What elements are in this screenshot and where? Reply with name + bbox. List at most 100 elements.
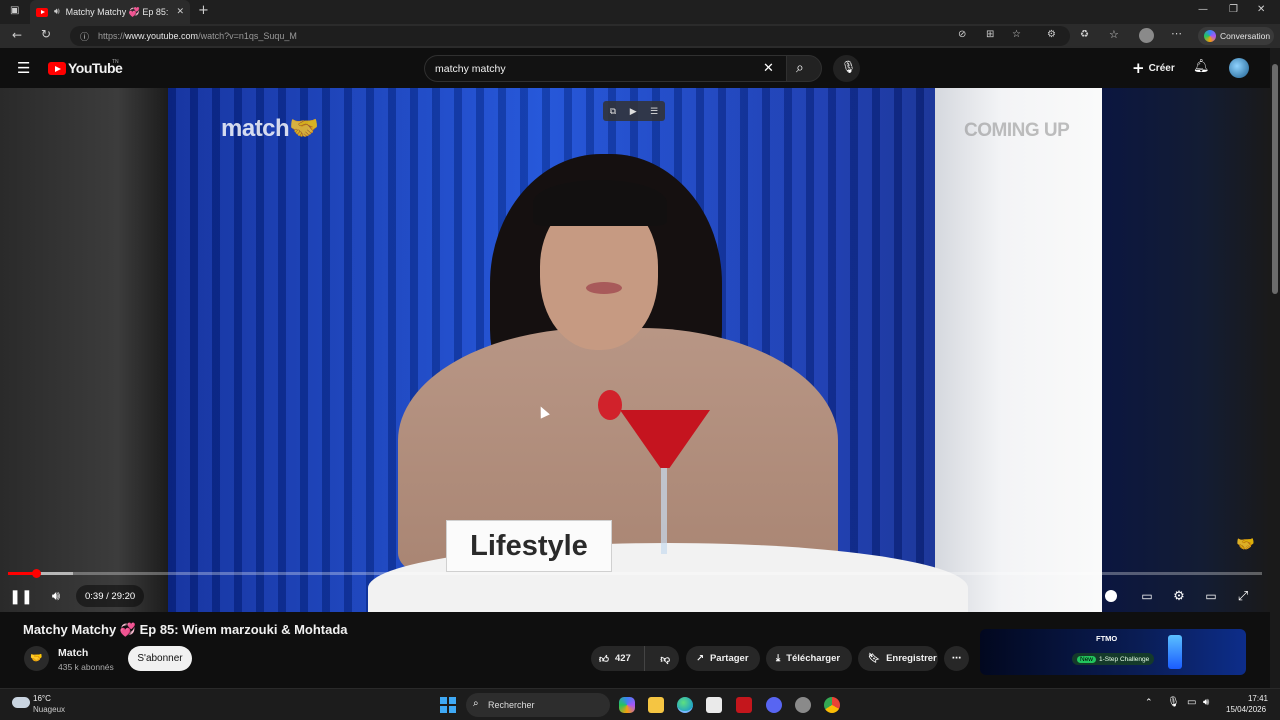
youtube-header: ☰ YouTube TN matchy matchy ✕ ⌕ 🎙︎ + Crée…: [0, 48, 1280, 88]
progress-bar[interactable]: [8, 569, 1262, 578]
ad-badge-text: 1-Step Challenge: [1099, 655, 1150, 663]
channel-name[interactable]: Match: [58, 647, 88, 659]
favorite-star-icon[interactable]: ☆: [1012, 29, 1021, 40]
search-button[interactable]: ⌕: [786, 55, 822, 82]
download-button[interactable]: ⤓ Télécharger: [766, 646, 852, 671]
url-prefix: https://: [98, 31, 126, 41]
copilot-app-icon[interactable]: [619, 697, 635, 713]
subscribe-button[interactable]: S'abonner: [128, 646, 192, 671]
autoplay-toggle-icon[interactable]: [1099, 584, 1123, 608]
download-icon: ⤓: [776, 653, 781, 664]
screenshot-icon[interactable]: ⧉: [610, 106, 616, 117]
close-window-icon[interactable]: ✕: [1257, 4, 1265, 15]
chrome-app-icon[interactable]: [824, 697, 840, 713]
progress-scrubber[interactable]: [31, 569, 41, 578]
new-tab-icon[interactable]: +: [198, 3, 209, 18]
voice-search-button[interactable]: 🎙︎: [833, 55, 860, 82]
ad-badge: New 1-Step Challenge: [1072, 653, 1155, 665]
clock-date[interactable]: 15/04/2026: [1226, 705, 1266, 714]
youtube-logo-icon[interactable]: [48, 62, 66, 75]
theater-mode-icon[interactable]: ▭: [1199, 584, 1223, 608]
mic-tray-icon[interactable]: 🎙︎: [1167, 697, 1180, 708]
time-text: 0:39 / 29:20: [85, 590, 136, 602]
save-label: Enregistrer: [886, 653, 937, 664]
apps-icon[interactable]: ⊞: [986, 29, 994, 40]
search-input[interactable]: matchy matchy ✕: [424, 55, 786, 82]
file-explorer-icon[interactable]: [648, 697, 664, 713]
fullscreen-icon[interactable]: ⤢: [1231, 584, 1255, 608]
like-count: 427: [614, 653, 631, 664]
tab-actions-icon[interactable]: ▣: [10, 5, 19, 16]
conversation-button[interactable]: Conversation: [1198, 27, 1274, 45]
extensions-icon[interactable]: ⚙: [1047, 29, 1056, 40]
channel-avatar[interactable]: 🤝: [24, 646, 49, 671]
favorites-icon[interactable]: ☆: [1109, 28, 1119, 41]
discord-icon[interactable]: [766, 697, 782, 713]
dislike-button[interactable]: 👎︎: [651, 653, 679, 665]
url-domain: www.youtube.com: [125, 31, 199, 41]
notifications-bell-icon[interactable]: 🔔︎: [1193, 59, 1210, 74]
scrollbar-thumb[interactable]: [1272, 64, 1278, 294]
ad-graphic: [1168, 635, 1182, 669]
page-scrollbar[interactable]: [1270, 48, 1280, 688]
settings-gear-icon[interactable]: ⚙: [1167, 584, 1191, 608]
sync-icon[interactable]: ♻: [1080, 29, 1089, 40]
clear-search-icon[interactable]: ✕: [763, 61, 774, 76]
more-actions-button[interactable]: ⋯: [944, 646, 969, 671]
acrobat-icon[interactable]: [736, 697, 752, 713]
create-label: Créer: [1148, 62, 1175, 74]
share-label: Partager: [709, 653, 749, 664]
ad-brand: FTMO: [1096, 634, 1118, 643]
close-tab-icon[interactable]: ✕: [176, 7, 184, 17]
account-avatar[interactable]: [1229, 58, 1249, 78]
subtitles-icon[interactable]: ▭: [1135, 584, 1159, 608]
volume-icon[interactable]: 🔊︎: [44, 584, 68, 608]
menu-hamburger-icon[interactable]: ☰: [17, 59, 30, 77]
plus-icon: +: [1132, 59, 1145, 77]
notes-icon[interactable]: ☰: [650, 106, 658, 117]
weather-cloud-icon[interactable]: [12, 697, 30, 708]
tray-chevron-icon[interactable]: ⌃: [1145, 698, 1153, 708]
taskbar-search-label: Rechercher: [488, 700, 535, 710]
save-button[interactable]: 🔖︎ Enregistrer: [858, 646, 938, 671]
share-icon: ↗: [696, 653, 704, 664]
ad-banner[interactable]: FTMO New 1-Step Challenge: [980, 629, 1246, 675]
video-frame[interactable]: Lifestyle match🤝 COMING UP: [168, 88, 1102, 612]
store-icon[interactable]: [706, 697, 722, 713]
network-icon[interactable]: ▭: [1187, 697, 1196, 708]
more-horizontal-icon: ⋯: [951, 653, 962, 664]
channel-watermark-icon[interactable]: 🤝: [1236, 535, 1255, 553]
volume-tray-icon[interactable]: 🔊︎: [1203, 697, 1209, 708]
windows-start-icon[interactable]: [440, 697, 456, 713]
tab-title: Matchy Matchy 💞 Ep 85: W: [65, 6, 171, 17]
share-button[interactable]: ↗ Partager: [686, 646, 760, 671]
like-button[interactable]: 👍︎ 427: [591, 646, 646, 671]
site-info-icon[interactable]: ⓘ: [80, 30, 89, 43]
reader-icon[interactable]: ⊘: [958, 29, 966, 40]
windows-taskbar: 16°C Nuageux ⌕ Rechercher ⌃ 🎙︎ ▭ 🔊︎ 17:4…: [0, 688, 1280, 720]
edge-browser-icon[interactable]: [677, 697, 693, 713]
conversation-label: Conversation: [1220, 31, 1271, 41]
video-capture-icon[interactable]: ▶: [630, 106, 637, 117]
person-bangs: [533, 180, 667, 226]
speaker-icon[interactable]: 🔊︎: [54, 7, 60, 17]
browser-tab[interactable]: 🔊︎ Matchy Matchy 💞 Ep 85: W ✕: [30, 0, 190, 24]
video-player[interactable]: Lifestyle match🤝 COMING UP ⧉ ▶ ☰ 🤝 ❚❚ 🔊︎…: [0, 88, 1270, 612]
nameplate: Lifestyle: [446, 520, 612, 572]
clock-time[interactable]: 17:41: [1246, 694, 1268, 703]
weather-temperature[interactable]: 16°C: [33, 694, 51, 703]
maximize-icon[interactable]: ❐: [1229, 4, 1238, 15]
create-button[interactable]: + Créer: [1126, 56, 1184, 80]
back-icon[interactable]: ←: [12, 28, 22, 42]
taskbar-search-icon: ⌕: [473, 698, 479, 709]
taskbar-search[interactable]: ⌕ Rechercher: [466, 693, 610, 717]
strawberry: [598, 390, 622, 420]
minimize-icon[interactable]: —: [1198, 4, 1208, 15]
settings-app-icon[interactable]: [795, 697, 811, 713]
address-bar[interactable]: ⓘ https://www.youtube.com/watch?v=n1qs_S…: [70, 26, 1070, 46]
pause-icon[interactable]: ❚❚: [9, 584, 33, 608]
refresh-icon[interactable]: ↻: [41, 27, 51, 41]
profile-icon[interactable]: [1139, 28, 1154, 43]
weather-description[interactable]: Nuageux: [33, 705, 65, 714]
more-menu-icon[interactable]: ⋯: [1171, 27, 1182, 40]
